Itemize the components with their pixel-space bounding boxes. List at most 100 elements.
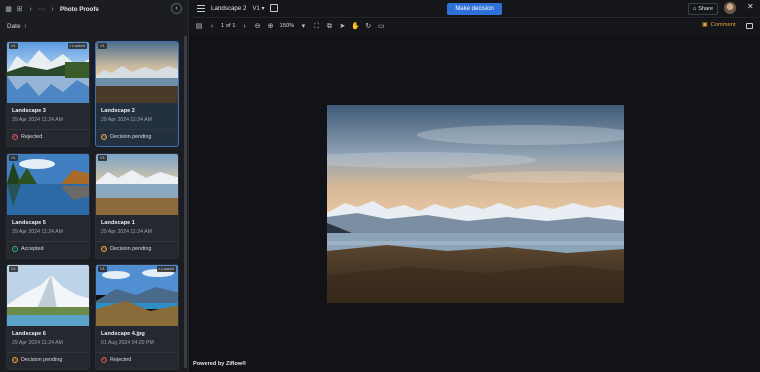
- version-selector[interactable]: V1 ▾: [252, 5, 264, 12]
- card-date: 29 Apr 2024 11:24 AM: [101, 117, 152, 123]
- toolbar-tools: ▤ ‹ 1 of 1 › ⊖ ⊕ 150% ▾ ⛶ ⧉ ➤ ✋ ↻ ▭: [195, 22, 385, 30]
- version-badge: V1: [98, 155, 107, 161]
- top-bar-left: Landscape 2 V1 ▾: [197, 4, 279, 12]
- share-label: Share: [698, 6, 714, 12]
- chevron-down-icon: ▾: [261, 5, 265, 12]
- compare-icon[interactable]: ⧉: [325, 22, 333, 30]
- proof-card-landscape-5[interactable]: V1 Landscape 5 29 Apr 2024 11:24 AM ✓ Ac…: [6, 153, 90, 259]
- comment-label: Comment: [710, 22, 736, 28]
- proof-card-landscape-3[interactable]: V1 ▪ Locked Landscape 3 29 Apr 2024 11:2…: [6, 41, 90, 147]
- status-label: Decision pending: [21, 357, 63, 363]
- grid-icon[interactable]: ▦: [5, 6, 12, 13]
- thumbnail: [7, 154, 89, 215]
- divider: [96, 129, 178, 130]
- thumbnail: [96, 42, 178, 103]
- avatar[interactable]: [724, 2, 736, 14]
- chevron-right-icon: ›: [51, 5, 54, 13]
- status-label: Decision pending: [110, 246, 152, 252]
- sort-control[interactable]: Date ↑: [7, 23, 27, 30]
- thumbnail: [7, 42, 89, 103]
- version-badge: V1: [9, 266, 18, 272]
- status: ⟲ Rejected: [12, 134, 42, 140]
- panel-icon[interactable]: ▤: [195, 22, 203, 30]
- divider: [7, 352, 89, 353]
- card-date: 29 Apr 2024 11:24 AM: [101, 229, 152, 235]
- sidebar-header: ▦ ⊞ › ··· › Photo Proofs: [0, 0, 189, 18]
- locked-badge: ▪ Locked: [67, 43, 87, 49]
- share-icon: ⌂: [692, 6, 697, 12]
- rotate-icon[interactable]: ↻: [364, 22, 372, 30]
- close-icon[interactable]: ✕: [747, 3, 754, 11]
- rejected-icon: ⟲: [101, 357, 107, 363]
- document-icon[interactable]: [270, 4, 279, 12]
- share-button[interactable]: ⌂ Share: [688, 3, 718, 15]
- card-date: 29 Apr 2024 11:24 AM: [12, 340, 63, 346]
- powered-by: Powered by Ziflow®: [193, 361, 247, 367]
- proof-card-landscape-4[interactable]: V1 ▪ Locked Landscape 4.jpg 01 Aug 2024 …: [95, 264, 179, 370]
- chevron-down-icon[interactable]: ▾: [299, 22, 307, 30]
- status-label: Rejected: [110, 357, 132, 363]
- version-badge: V1: [9, 43, 18, 49]
- collapse-sidebar-button[interactable]: ‹: [171, 3, 182, 14]
- card-date: 01 Aug 2024 04:20 PM: [101, 340, 154, 346]
- version-badge: V1: [9, 155, 18, 161]
- make-decision-button[interactable]: Make decision: [447, 3, 502, 15]
- locked-badge: ▪ Locked: [156, 266, 176, 272]
- card-name: Landscape 3: [12, 108, 46, 114]
- breadcrumb-title[interactable]: Photo Proofs: [60, 6, 99, 13]
- file-title: Landscape 2: [211, 4, 247, 12]
- status-label: Accepted: [21, 246, 44, 252]
- clock-icon: ◷: [101, 134, 107, 140]
- divider: [7, 129, 89, 130]
- proof-card-landscape-1[interactable]: V1 Landscape 1 29 Apr 2024 11:24 AM ◷ De…: [95, 153, 179, 259]
- comment-icon: ▣: [702, 22, 708, 28]
- divider: [96, 352, 178, 353]
- thumbnail-image: [96, 42, 178, 103]
- ruler-icon[interactable]: ▭: [377, 22, 385, 30]
- version-badge: V1: [98, 266, 107, 272]
- landscape-image: [327, 105, 624, 303]
- chevron-left-icon: ‹: [175, 5, 178, 12]
- viewer-toolbar: ▤ ‹ 1 of 1 › ⊖ ⊕ 150% ▾ ⛶ ⧉ ➤ ✋ ↻ ▭ ▣ Co…: [190, 19, 760, 35]
- pointer-icon[interactable]: ➤: [338, 22, 346, 30]
- status: ◷ Decision pending: [101, 246, 151, 252]
- chevron-right-icon: ›: [29, 5, 32, 13]
- pan-hand-icon[interactable]: ✋: [351, 22, 360, 30]
- menu-icon[interactable]: [197, 4, 205, 12]
- proof-canvas[interactable]: Powered by Ziflow®: [190, 35, 760, 372]
- zoom-in-icon[interactable]: ⊕: [267, 22, 275, 30]
- sort-label: Date: [7, 23, 21, 30]
- proof-card-landscape-6[interactable]: V1 Landscape 6 29 Apr 2024 11:24 AM ◷ De…: [6, 264, 90, 370]
- locked-label: Locked: [161, 266, 174, 271]
- card-date: 29 Apr 2024 11:24 AM: [12, 117, 63, 123]
- clock-icon: ◷: [12, 357, 18, 363]
- thumbnail-image: [96, 265, 178, 326]
- fit-screen-icon[interactable]: ⛶: [312, 22, 320, 30]
- check-icon: ✓: [12, 246, 18, 252]
- thumbnail-image: [7, 42, 89, 103]
- proof-image[interactable]: [327, 105, 624, 303]
- chevron-right-icon[interactable]: ›: [241, 22, 249, 30]
- top-bar: Landscape 2 V1 ▾ Make decision ⌂ Share ✕: [190, 0, 760, 18]
- comment-button[interactable]: ▣ Comment: [702, 22, 736, 28]
- rejected-icon: ⟲: [12, 134, 18, 140]
- card-name: Landscape 6: [12, 331, 46, 337]
- thumbnail-image: [96, 154, 178, 215]
- breadcrumb-ellipsis[interactable]: ···: [38, 6, 45, 13]
- thumbnail-image: [7, 265, 89, 326]
- clock-icon: ◷: [101, 246, 107, 252]
- status-label: Decision pending: [110, 134, 152, 140]
- chat-icon[interactable]: [746, 23, 753, 29]
- card-date: 29 Apr 2024 11:24 AM: [12, 229, 63, 235]
- proof-card-landscape-2[interactable]: V1 Landscape 2 29 Apr 2024 11:24 AM ◷ De…: [95, 41, 179, 147]
- version-label: V1: [252, 5, 260, 12]
- zoom-out-icon[interactable]: ⊖: [254, 22, 262, 30]
- thumbnail: [96, 265, 178, 326]
- zoom-level[interactable]: 150%: [280, 23, 295, 29]
- status: ✓ Accepted: [12, 246, 43, 252]
- card-name: Landscape 1: [101, 220, 135, 226]
- chevron-left-icon[interactable]: ‹: [208, 22, 216, 30]
- card-name: Landscape 4.jpg: [101, 331, 145, 337]
- apps-icon[interactable]: ⊞: [16, 6, 23, 13]
- sidebar-scrollbar[interactable]: [184, 36, 187, 368]
